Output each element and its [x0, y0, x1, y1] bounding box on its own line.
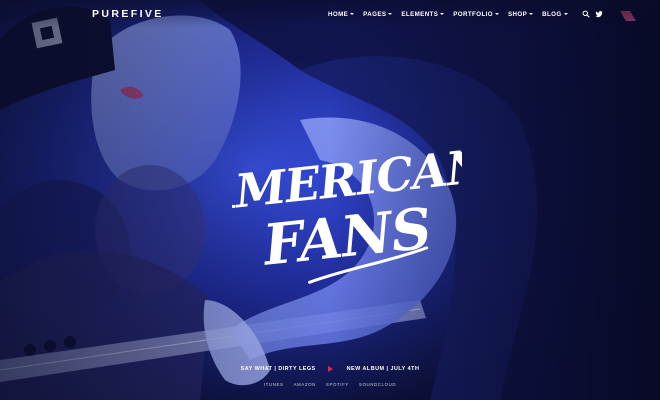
store-link-spotify[interactable]: SPOTIFY [326, 382, 349, 387]
nav-item-blog[interactable]: BLOG [542, 10, 568, 18]
nav-item-label: PORTFOLIO [453, 10, 493, 18]
search-icon[interactable] [582, 10, 590, 18]
chevron-down-icon [494, 13, 499, 15]
play-icon[interactable] [327, 366, 333, 372]
chevron-down-icon [440, 13, 445, 15]
nav-item-shop[interactable]: SHOP [507, 10, 534, 18]
album-info: SAY WHAT | DIRTY LEGS NEW ALBUM | JULY 4… [0, 366, 660, 372]
site-logo[interactable]: PUREFIVE [92, 8, 164, 20]
top-navigation-bar: PUREFIVE HOME PAGES ELEMENTS PORTFOLIO S… [0, 0, 660, 28]
store-link-amazon[interactable]: AMAZON [294, 382, 316, 387]
nav-item-elements[interactable]: ELEMENTS [401, 10, 445, 18]
main-menu: HOME PAGES ELEMENTS PORTFOLIO SHOP BLOG [328, 10, 603, 18]
twitter-icon[interactable] [594, 10, 603, 18]
chevron-down-icon [388, 13, 393, 15]
nav-item-label: SHOP [507, 10, 528, 18]
hero-title: AMERICAN FANS [194, 128, 493, 298]
chevron-down-icon [563, 13, 568, 15]
store-link-itunes[interactable]: ITUNES [264, 382, 284, 387]
chevron-down-icon [350, 13, 355, 15]
chevron-down-icon [529, 13, 534, 15]
store-links: ITUNES AMAZON SPOTIFY SOUNDCLOUD [0, 382, 660, 387]
nav-item-label: HOME [328, 10, 349, 18]
nav-item-portfolio[interactable]: PORTFOLIO [453, 11, 499, 18]
nav-item-home[interactable]: HOME [328, 10, 355, 18]
nav-item-label: PAGES [363, 10, 387, 18]
nav-item-pages[interactable]: PAGES [363, 10, 393, 18]
album-left-text: SAY WHAT | DIRTY LEGS [240, 366, 316, 372]
nav-item-label: ELEMENTS [401, 10, 439, 18]
nav-item-label: BLOG [542, 10, 562, 18]
page: PUREFIVE HOME PAGES ELEMENTS PORTFOLIO S… [0, 0, 660, 400]
store-link-soundcloud[interactable]: SOUNDCLOUD [359, 382, 396, 387]
album-right-text: NEW ALBUM | JULY 4TH [346, 366, 420, 372]
